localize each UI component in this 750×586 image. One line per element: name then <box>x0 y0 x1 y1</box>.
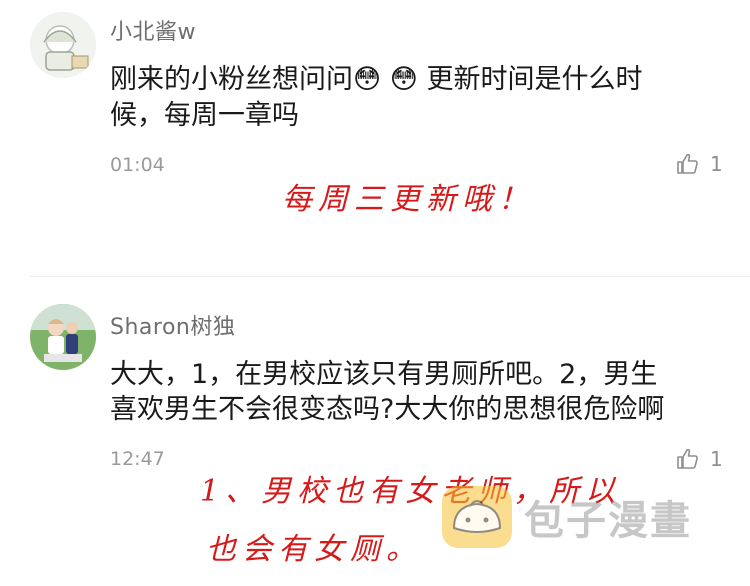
handwritten-reply-line-2: 也会有女厕。 <box>206 532 422 567</box>
thumbs-up-icon <box>677 448 698 469</box>
comment-time: 01:04 <box>110 154 165 176</box>
comment-text-line-2: 喜欢男生不会很变态吗?大大你的思想很危险啊 <box>110 394 665 425</box>
comment-username[interactable]: Sharon树独 <box>110 309 235 341</box>
handwritten-reply: 每周三更新哦！ <box>282 182 534 217</box>
watermark: 包子漫畫 <box>440 484 692 550</box>
comment-text-line-1a: 刚来的小粉丝想问问 <box>110 64 353 95</box>
like-count: 1 <box>710 447 723 471</box>
like-button[interactable]: 1 <box>676 152 723 176</box>
comment-time: 12:47 <box>110 448 165 470</box>
comment-text-line-1b: 更新时间是什么时 <box>426 64 643 95</box>
divider <box>30 276 750 277</box>
avatar[interactable] <box>30 304 96 370</box>
comment-text: 刚来的小粉丝想问问😳 😳 更新时间是什么时 <box>110 62 643 98</box>
like-button[interactable]: 1 <box>676 447 723 471</box>
flushed-face-emoji-icon: 😳 <box>389 64 418 95</box>
flushed-face-emoji-icon: 😳 <box>353 64 382 95</box>
comment-text-line-1: 大大，1，在男校应该只有男厕所吧。2，男生 <box>110 359 658 390</box>
avatar[interactable] <box>30 12 96 78</box>
comment-text-line-2: 候，每周一章吗 <box>110 100 299 131</box>
thumbs-up-icon <box>677 153 698 174</box>
watermark-text: 包子漫畫 <box>524 498 692 544</box>
like-count: 1 <box>710 152 723 176</box>
bun-icon <box>442 486 512 548</box>
comment-username[interactable]: 小北酱w <box>110 14 196 46</box>
